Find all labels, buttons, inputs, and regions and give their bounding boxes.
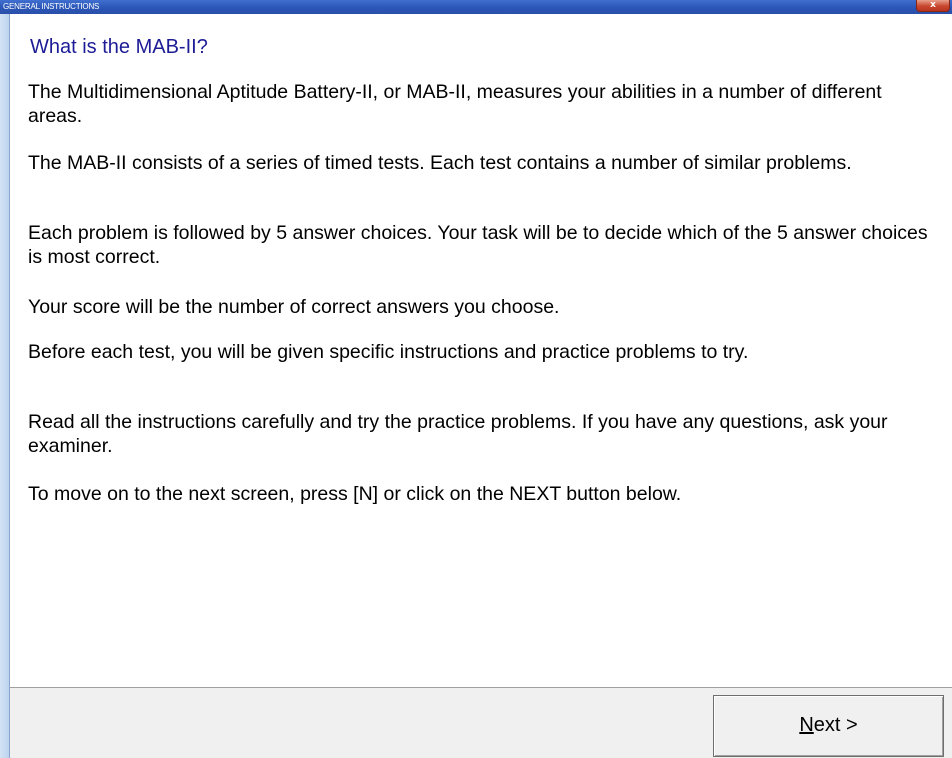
instructions-window: GENERAL INSTRUCTIONS x What is the MAB-I…	[0, 0, 952, 758]
paragraph-timed-tests: The MAB-II consists of a series of timed…	[28, 152, 852, 174]
paragraph-next-screen: To move on to the next screen, press [N]…	[28, 483, 682, 505]
next-accelerator-key: N	[799, 714, 814, 736]
window-title: GENERAL INSTRUCTIONS	[3, 2, 100, 11]
close-icon: x	[930, 0, 936, 10]
close-button[interactable]: x	[916, 0, 950, 12]
page-title: What is the MAB-II?	[30, 36, 208, 58]
paragraph-intro: The Multidimensional Aptitude Battery-II…	[28, 81, 882, 127]
paragraph-answer-choices: Each problem is followed by 5 answer cho…	[28, 222, 928, 268]
instructions-panel: What is the MAB-II? The Multidimensional…	[10, 14, 952, 687]
next-button[interactable]: Next >	[713, 695, 944, 757]
next-button-label: ext >	[813, 714, 858, 736]
paragraph-read-instructions: Read all the instructions carefully and …	[28, 411, 888, 457]
button-bar: Next >	[10, 687, 952, 758]
title-bar[interactable]: GENERAL INSTRUCTIONS x	[0, 0, 952, 14]
window-left-border	[0, 14, 10, 758]
paragraph-before-test: Before each test, you will be given spec…	[28, 341, 749, 363]
paragraph-score: Your score will be the number of correct…	[28, 296, 560, 318]
